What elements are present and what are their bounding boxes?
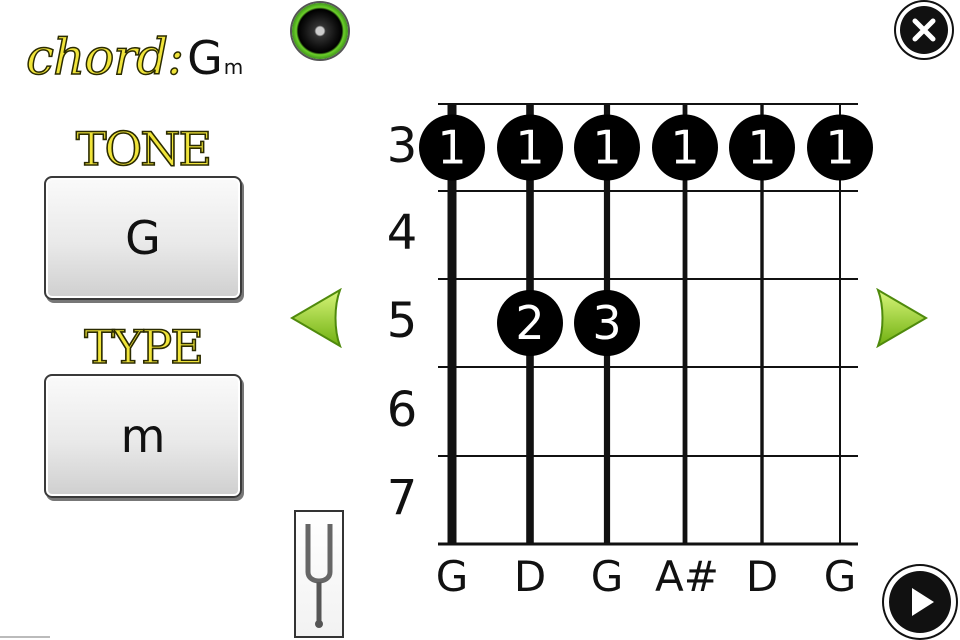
string-name: A# (655, 552, 719, 601)
finger-marker: 1 (574, 114, 640, 181)
finger-number: 2 (515, 296, 544, 350)
finger-marker: 2 (497, 290, 563, 356)
finger-number: 1 (592, 121, 621, 175)
finger-marker: 1 (807, 114, 873, 181)
finger-marker: 1 (419, 114, 485, 181)
divider (0, 636, 50, 638)
finger-number: 1 (747, 121, 776, 175)
finger-number: 1 (670, 121, 699, 175)
string-name: G (823, 552, 857, 601)
play-icon (912, 588, 934, 616)
tuning-fork-icon (305, 524, 333, 628)
finger-number: 1 (437, 121, 466, 175)
finger-number: 1 (825, 121, 854, 175)
tuner-button[interactable] (294, 510, 344, 638)
fret-number: 5 (386, 293, 418, 349)
finger-markers: 1 1 1 1 1 12 3 (419, 114, 873, 356)
string-name: D (745, 552, 779, 601)
string-name: G (435, 552, 469, 601)
play-button[interactable] (884, 566, 956, 638)
fret-number: 7 (386, 470, 418, 526)
finger-number: 1 (515, 121, 544, 175)
finger-marker: 1 (729, 114, 795, 181)
string-name: D (513, 552, 547, 601)
finger-number: 3 (592, 296, 621, 350)
finger-marker: 1 (497, 114, 563, 181)
fret-number: 3 (386, 117, 418, 174)
fretboard: 1 1 1 1 1 12 3 (419, 103, 873, 546)
finger-marker: 1 (652, 114, 718, 181)
string-name: G (590, 552, 624, 601)
finger-marker: 3 (574, 290, 640, 356)
fret-number: 4 (386, 205, 418, 261)
fret-number: 6 (386, 381, 418, 438)
